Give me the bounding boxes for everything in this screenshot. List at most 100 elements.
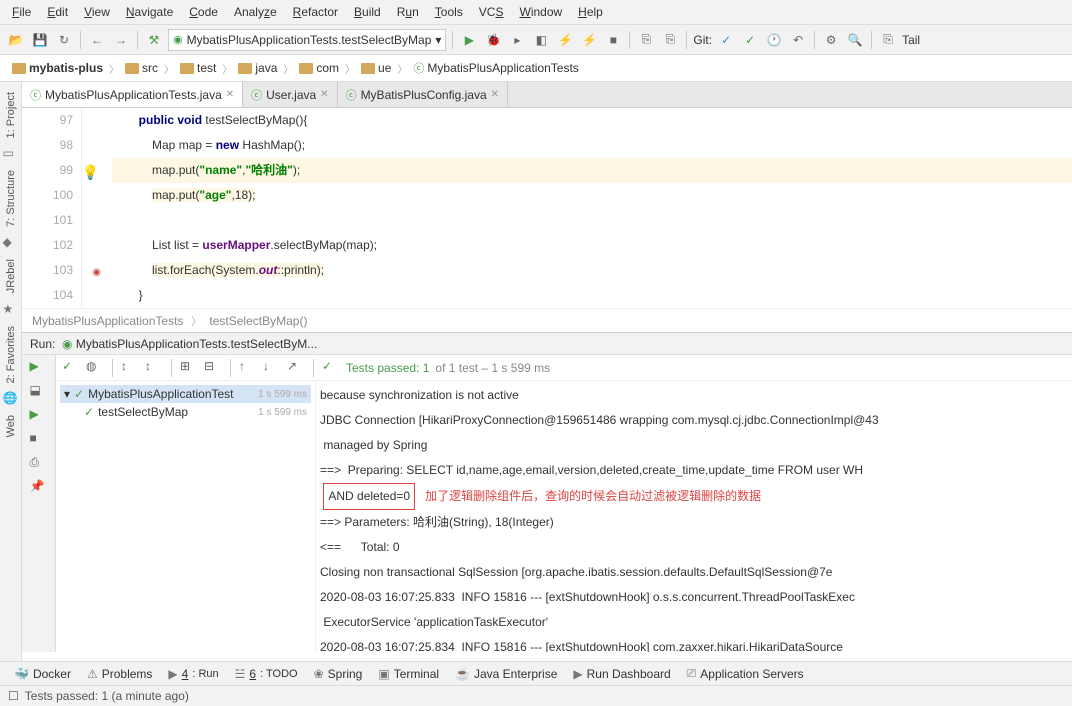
git-revert-icon[interactable]: ↶ xyxy=(788,30,808,50)
refresh-icon[interactable]: ↻ xyxy=(54,30,74,50)
tab-jrebel[interactable]: JRebel xyxy=(3,253,19,299)
line-number: 100 xyxy=(22,183,73,208)
btab-spring[interactable]: ❀Spring xyxy=(308,665,369,683)
search-icon[interactable]: 🔍 xyxy=(845,30,865,50)
forward-icon[interactable]: → xyxy=(111,30,131,50)
btab-docker[interactable]: 🐳Docker xyxy=(8,665,77,683)
btab-java-enterprise[interactable]: ☕Java Enterprise xyxy=(449,665,563,683)
close-icon[interactable]: ✕ xyxy=(320,89,328,100)
bc-ue[interactable]: ue xyxy=(357,59,395,77)
btab-problems[interactable]: ⚠Problems xyxy=(81,665,158,683)
menu-view[interactable]: View xyxy=(78,2,116,22)
hammer-icon[interactable]: ⚒ xyxy=(144,30,164,50)
export-icon[interactable]: ↗ xyxy=(287,359,305,377)
intention-bulb-icon[interactable]: 💡 xyxy=(82,160,99,185)
tab-file-2[interactable]: ⓒUser.java✕ xyxy=(243,82,337,107)
code-editor[interactable]: 97 98 99 100 101 102 103 104 💡 ◉ public … xyxy=(22,108,1072,308)
crumb-method[interactable]: testSelectByMap() xyxy=(209,314,307,328)
run-icon[interactable]: ▶ xyxy=(459,30,479,50)
btab-todo[interactable]: ☱6: TODO xyxy=(229,665,304,683)
line-number: 103 xyxy=(22,258,73,283)
btab-app-servers[interactable]: ⎚Application Servers xyxy=(681,664,810,683)
bc-src[interactable]: src xyxy=(121,59,162,77)
test-tree[interactable]: ▾✓MybatisPlusApplicationTest1 s 599 ms ✓… xyxy=(56,381,316,652)
run-label: Run: xyxy=(30,337,55,351)
menu-help[interactable]: Help xyxy=(572,2,609,22)
tab-web[interactable]: Web xyxy=(3,409,19,443)
show-passed-icon[interactable]: ✓ xyxy=(62,359,80,377)
tab-project[interactable]: 1: Project xyxy=(3,86,19,144)
run-config-combo[interactable]: ◉ MybatisPlusApplicationTests.testSelect… xyxy=(168,29,446,51)
menu-window[interactable]: Window xyxy=(513,2,568,22)
jrebel-icon[interactable]: ◆ xyxy=(3,235,19,251)
pin-icon[interactable]: 📌 xyxy=(30,479,48,497)
attach-icon[interactable]: ⎘ xyxy=(636,30,656,50)
save-icon[interactable]: 💾 xyxy=(30,30,50,50)
web-icon[interactable]: 🌐 xyxy=(3,391,19,407)
tab-file-1[interactable]: ⓒMybatisPlusApplicationTests.java✕ xyxy=(22,82,243,107)
btab-run-dashboard[interactable]: ▶Run Dashboard xyxy=(567,665,676,683)
run-body: ▶ ⬓ ▶ ■ ⎙ 📌 ✓ ◍ ↕ ↕ ⊞ ⊟ ↑ ↓ ↗ ✓ Tests pa… xyxy=(22,355,1072,652)
menu-navigate[interactable]: Navigate xyxy=(120,2,179,22)
bc-root[interactable]: mybatis-plus xyxy=(8,59,107,77)
run-config-label: MybatisPlusApplicationTests.testSelectBy… xyxy=(187,33,432,47)
bc-com[interactable]: com xyxy=(295,59,343,77)
menu-file[interactable]: File xyxy=(6,2,37,22)
toggle-icon[interactable]: ⬓ xyxy=(30,383,48,401)
bc-test[interactable]: test xyxy=(176,59,220,77)
tab-structure[interactable]: 7: Structure xyxy=(3,164,19,233)
highlight-box: AND deleted=0 xyxy=(323,483,415,510)
close-icon[interactable]: ✕ xyxy=(226,89,234,100)
close-icon[interactable]: ✕ xyxy=(491,89,499,100)
console-output[interactable]: because synchronization is not activeJDB… xyxy=(316,381,1072,652)
tab-file-3[interactable]: ⓒMyBatisPlusConfig.java✕ xyxy=(338,82,508,107)
attach2-icon[interactable]: ⎘ xyxy=(660,30,680,50)
show-ignored-icon[interactable]: ◍ xyxy=(86,359,104,377)
dump-icon[interactable]: ⎙ xyxy=(30,455,48,473)
btab-run[interactable]: ▶4: Run xyxy=(162,665,224,683)
rerun-icon[interactable]: ▶ xyxy=(30,359,48,377)
tree-root[interactable]: ▾✓MybatisPlusApplicationTest1 s 599 ms xyxy=(60,385,311,403)
bc-java[interactable]: java xyxy=(234,59,281,77)
sort2-icon[interactable]: ↕ xyxy=(145,359,163,377)
tail-icon[interactable]: ⎘ xyxy=(878,30,898,50)
rerun-failed-icon[interactable]: ▶ xyxy=(30,407,48,425)
menu-refactor[interactable]: Refactor xyxy=(287,2,344,22)
stop-icon[interactable]: ■ xyxy=(30,431,48,449)
expand-icon[interactable]: ⊞ xyxy=(180,359,198,377)
open-icon[interactable]: 📂 xyxy=(6,30,26,50)
jrebel-run-icon[interactable]: ⚡ xyxy=(555,30,575,50)
menu-build[interactable]: Build xyxy=(348,2,387,22)
line-number: 101 xyxy=(22,208,73,233)
menu-run[interactable]: Run xyxy=(391,2,425,22)
gutter-mark-icon[interactable]: ◉ xyxy=(92,260,101,285)
code-content[interactable]: public void testSelectByMap(){ Map map =… xyxy=(82,108,1072,308)
menu-code[interactable]: Code xyxy=(183,2,224,22)
bookmark-icon[interactable]: ▭ xyxy=(3,146,19,162)
bc-class[interactable]: ⓒMybatisPlusApplicationTests xyxy=(409,58,582,78)
debug-icon[interactable]: 🐞 xyxy=(483,30,503,50)
stop-icon[interactable]: ■ xyxy=(603,30,623,50)
down-icon[interactable]: ↓ xyxy=(263,359,281,377)
profile-icon[interactable]: ◧ xyxy=(531,30,551,50)
jrebel-debug-icon[interactable]: ⚡ xyxy=(579,30,599,50)
collapse-icon[interactable]: ⊟ xyxy=(204,359,222,377)
back-icon[interactable]: ← xyxy=(87,30,107,50)
up-icon[interactable]: ↑ xyxy=(239,359,257,377)
menu-vcs[interactable]: VCS xyxy=(473,2,510,22)
menu-analyze[interactable]: Analyze xyxy=(228,2,283,22)
sort-icon[interactable]: ↕ xyxy=(121,359,139,377)
tab-favorites[interactable]: 2: Favorites xyxy=(3,320,19,389)
git-update-icon[interactable]: ✓ xyxy=(716,30,736,50)
terminal-icon: ▣ xyxy=(378,667,389,681)
git-commit-icon[interactable]: ✓ xyxy=(740,30,760,50)
menu-tools[interactable]: Tools xyxy=(429,2,469,22)
git-history-icon[interactable]: 🕐 xyxy=(764,30,784,50)
menu-edit[interactable]: Edit xyxy=(41,2,74,22)
settings-icon[interactable]: ⚙ xyxy=(821,30,841,50)
star-icon[interactable]: ★ xyxy=(3,302,19,318)
tree-leaf[interactable]: ✓testSelectByMap1 s 599 ms xyxy=(60,403,311,421)
btab-terminal[interactable]: ▣Terminal xyxy=(372,665,445,683)
crumb-class[interactable]: MybatisPlusApplicationTests xyxy=(32,314,183,328)
coverage-icon[interactable]: ▸ xyxy=(507,30,527,50)
